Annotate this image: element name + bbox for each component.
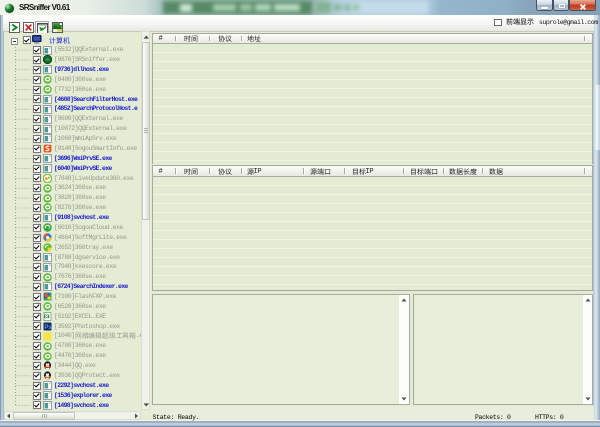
svg-text:Ps: Ps bbox=[44, 325, 51, 331]
